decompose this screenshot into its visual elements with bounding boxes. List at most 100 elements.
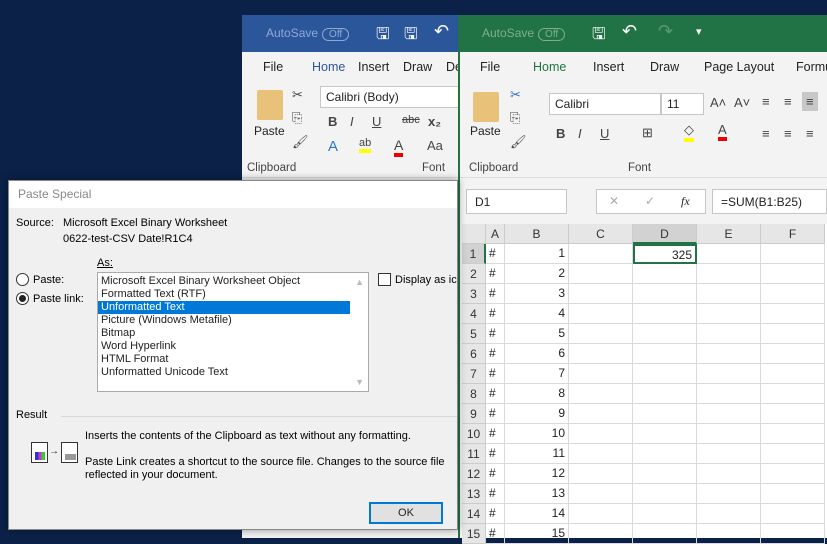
bold-icon[interactable]: B [556,126,565,141]
paste-link-radio-label[interactable]: Paste link: [33,293,84,305]
cell[interactable] [761,364,825,384]
cell[interactable] [569,484,633,504]
cell[interactable]: # [486,264,505,284]
cell[interactable] [761,524,825,544]
tab-home[interactable]: Home [533,60,566,74]
cell[interactable]: # [486,444,505,464]
cell[interactable]: 1 [505,244,569,264]
tab-file[interactable]: File [480,60,500,74]
paste-format-option[interactable]: Unformatted Text [98,301,350,314]
cell[interactable] [761,504,825,524]
cell[interactable] [697,244,761,264]
cell[interactable]: # [486,304,505,324]
insert-function-icon[interactable]: fx [681,194,690,209]
copy-icon[interactable]: ⎘ [292,110,302,126]
align-bottom-icon[interactable]: ≡ [802,92,818,111]
scroll-up-icon[interactable]: ▲ [355,277,364,287]
cell[interactable]: 5 [505,324,569,344]
cell[interactable]: 12 [505,464,569,484]
format-painter-icon[interactable]: 🖌 [292,134,309,150]
row-header[interactable]: 7 [462,364,486,384]
borders-icon[interactable]: ⊞ [642,125,653,141]
cell[interactable] [569,344,633,364]
cell[interactable] [633,304,697,324]
cell[interactable]: 10 [505,424,569,444]
column-header[interactable]: B [505,224,569,244]
formula-bar[interactable]: =SUM(B1:B25) [712,189,827,214]
font-color-icon[interactable]: A [718,122,727,141]
cut-icon[interactable]: ✂ [292,87,303,103]
cell[interactable] [761,484,825,504]
worksheet-grid[interactable]: A B C D E F 1 #1 325 2 #2 3 #3 4 #4 5 #5 6 #6 7 #7 8 #8 9 #9 10 #1… [462,224,827,544]
paste-format-option[interactable]: Microsoft Excel Binary Worksheet Object [98,275,350,288]
cut-icon[interactable]: ✂ [510,87,521,103]
cell[interactable] [697,344,761,364]
cell[interactable]: 14 [505,504,569,524]
autosave-toggle[interactable]: Off [538,28,566,41]
cell[interactable] [569,464,633,484]
cell[interactable] [569,444,633,464]
column-header[interactable]: A [486,224,505,244]
display-as-icon-checkbox[interactable] [378,273,391,286]
paste-format-option[interactable]: Formatted Text (RTF) [98,288,350,301]
cell[interactable] [569,284,633,304]
cell[interactable]: 3 [505,284,569,304]
format-painter-icon[interactable]: 🖌 [510,134,527,150]
paste-icon[interactable] [257,90,283,120]
select-all-corner[interactable] [462,224,486,244]
align-left-icon[interactable]: ≡ [762,126,770,141]
cell[interactable] [697,524,761,544]
cell[interactable] [697,324,761,344]
cell[interactable]: # [486,244,505,264]
column-header[interactable]: D [633,224,697,244]
row-header[interactable]: 5 [462,324,486,344]
cell[interactable]: # [486,464,505,484]
decrease-font-icon[interactable]: A˅ [734,95,750,110]
cell[interactable]: 11 [505,444,569,464]
customize-toolbar-icon[interactable]: ▾ [696,25,702,38]
cell[interactable]: # [486,384,505,404]
tab-insert[interactable]: Insert [358,60,389,74]
row-header[interactable]: 2 [462,264,486,284]
cell[interactable] [761,284,825,304]
paste-button[interactable]: Paste [470,124,501,138]
cell[interactable] [569,524,633,544]
paste-link-radio[interactable] [16,292,29,305]
autosave-toggle[interactable]: Off [322,28,350,41]
row-header[interactable]: 6 [462,344,486,364]
cell[interactable] [569,244,633,264]
paste-format-option[interactable]: Bitmap [98,327,350,340]
cell[interactable]: # [486,404,505,424]
row-header[interactable]: 3 [462,284,486,304]
cell[interactable]: # [486,424,505,444]
row-header[interactable]: 12 [462,464,486,484]
cell[interactable] [633,424,697,444]
underline-icon[interactable]: U [600,126,609,141]
word-autosave[interactable]: AutoSave Off [266,26,350,41]
align-middle-icon[interactable]: ≡ [784,94,792,109]
cell[interactable]: 6 [505,344,569,364]
paste-button[interactable]: Paste [254,124,285,138]
cell[interactable]: # [486,504,505,524]
cell[interactable] [761,404,825,424]
cell[interactable] [633,284,697,304]
row-header[interactable]: 1 [462,244,486,264]
tab-insert[interactable]: Insert [593,60,624,74]
enter-icon[interactable]: ✓ [645,194,655,208]
cell[interactable]: # [486,364,505,384]
cell[interactable] [569,364,633,384]
cell[interactable] [633,384,697,404]
cell[interactable] [633,404,697,424]
cell[interactable]: 9 [505,404,569,424]
scroll-down-icon[interactable]: ▼ [355,377,364,387]
row-header[interactable]: 8 [462,384,486,404]
cell[interactable] [569,324,633,344]
cell[interactable] [697,304,761,324]
row-header[interactable]: 11 [462,444,486,464]
italic-icon[interactable]: I [578,126,582,141]
cell[interactable] [761,324,825,344]
highlight-icon[interactable]: ab [359,137,372,153]
row-header[interactable]: 14 [462,504,486,524]
underline-icon[interactable]: U [372,114,381,129]
cell[interactable] [697,404,761,424]
